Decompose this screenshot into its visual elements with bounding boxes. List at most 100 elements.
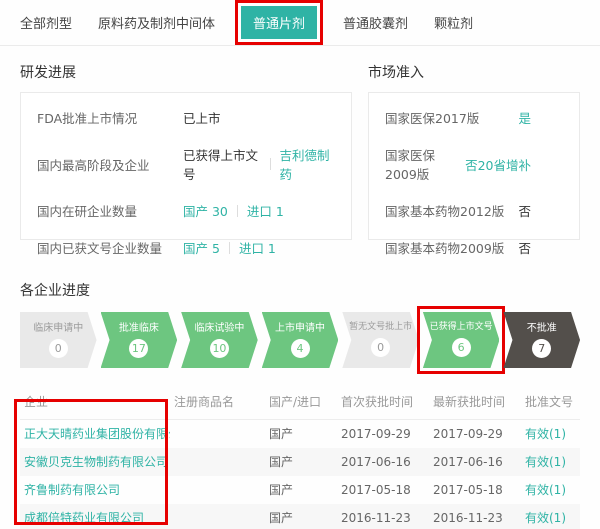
dosage-form-tabs: 全部剂型 原料药及制剂中间体 普通片剂 普通胶囊剂 颗粒剂 (0, 0, 600, 46)
first-approval-cell: 2017-06-16 (337, 448, 429, 476)
drug-detail-page: 全部剂型 原料药及制剂中间体 普通片剂 普通胶囊剂 颗粒剂 研发进展 FDA批准… (0, 0, 600, 529)
column-approval-no: 批准文号 (521, 384, 580, 420)
stage-in-clinical-trial: 临床试验中 10 (181, 312, 258, 368)
approval-no-link[interactable]: 有效(1) (525, 511, 566, 525)
domestic-highest-stage-label: 国内最高阶段及企业 (37, 155, 183, 174)
essential-drugs-2009-row: 国家基本药物2009版 否 (369, 229, 579, 266)
stage-no-license-marketed: 暂无文号批上市 0 (342, 312, 419, 368)
stage-no-license-marketed-badge[interactable]: 暂无文号批上市 0 (342, 312, 419, 368)
table-row: 成都倍特药业有限公司 国产 2016-11-23 2016-11-23 有效(1… (20, 504, 580, 529)
domestic-highest-stage-row: 国内最高阶段及企业 已获得上市文号 吉利德制药 (21, 136, 351, 192)
first-approval-cell: 2017-05-18 (337, 476, 429, 504)
trade-name-cell (170, 420, 265, 449)
stage-not-approved: 不批准 7 (503, 312, 580, 368)
stage-marketing-applying: 上市申请中 4 (262, 312, 339, 368)
latest-approval-cell: 2017-09-29 (429, 420, 521, 449)
table-row: 安徽贝克生物制药有限公司 国产 2017-06-16 2017-06-16 有效… (20, 448, 580, 476)
stage-clinical-applying: 临床申请中 0 (20, 312, 97, 368)
trade-name-cell (170, 504, 265, 529)
origin-cell: 国产 (265, 504, 337, 529)
origin-cell: 国产 (265, 476, 337, 504)
stage-count: 17 (129, 339, 148, 358)
stage-label: 上市申请中 (275, 323, 325, 334)
stage-count: 4 (291, 339, 310, 358)
companies-with-license-row: 国内已获文号企业数量 国产 5 进口 1 (21, 229, 351, 266)
stage-marketing-applying-badge[interactable]: 上市申请中 4 (262, 312, 339, 368)
companies-table: 企业 注册商品名 国产/进口 首次获批时间 最新获批时间 批准文号 正大天晴药业… (20, 384, 580, 529)
tab-all-dosage-forms[interactable]: 全部剂型 (20, 13, 72, 32)
stage-clinical-approved-badge[interactable]: 批准临床 17 (101, 312, 178, 368)
stage-in-clinical-trial-badge[interactable]: 临床试验中 10 (181, 312, 258, 368)
divider (270, 158, 271, 170)
companies-in-research-label: 国内在研企业数量 (37, 201, 183, 220)
divider (229, 242, 230, 254)
tab-plain-capsule[interactable]: 普通胶囊剂 (343, 13, 408, 32)
insurance-2009-label: 国家医保2009版 (385, 145, 465, 183)
domestic-licensed-link[interactable]: 国产 5 (183, 238, 220, 257)
domestic-in-research-link[interactable]: 国产 30 (183, 201, 228, 220)
approval-no-link[interactable]: 有效(1) (525, 455, 566, 469)
column-company: 企业 (20, 384, 170, 420)
enterprise-progress-title: 各企业进度 (20, 280, 580, 300)
companies-with-license-label: 国内已获文号企业数量 (37, 238, 183, 257)
domestic-highest-stage-value: 已获得上市文号 (183, 145, 261, 183)
origin-cell: 国产 (265, 420, 337, 449)
market-access-section: 市场准入 国家医保2017版 是 国家医保2009版 否20省增补 国家基本药物… (368, 62, 580, 240)
column-trade-name: 注册商品名 (170, 384, 265, 420)
imported-licensed-link[interactable]: 进口 1 (239, 238, 276, 257)
stage-label: 临床试验中 (194, 323, 244, 334)
companies-in-research-row: 国内在研企业数量 国产 30 进口 1 (21, 192, 351, 229)
tab-plain-tablet[interactable]: 普通片剂 (241, 6, 317, 39)
fda-status-value: 已上市 (183, 108, 221, 127)
stage-label: 已获得上市文号 (430, 323, 493, 333)
essential-drugs-2012-row: 国家基本药物2012版 否 (369, 192, 579, 229)
insurance-2017-label: 国家医保2017版 (385, 108, 518, 127)
rd-progress-panel: FDA批准上市情况 已上市 国内最高阶段及企业 已获得上市文号 吉利德制药 国内… (20, 92, 352, 240)
imported-in-research-link[interactable]: 进口 1 (247, 201, 284, 220)
tab-granule[interactable]: 颗粒剂 (434, 13, 473, 32)
tab-api-and-intermediates[interactable]: 原料药及制剂中间体 (98, 13, 215, 32)
gilead-company-link[interactable]: 吉利德制药 (280, 145, 335, 183)
stage-count: 10 (210, 339, 229, 358)
insurance-2017-row: 国家医保2017版 是 (369, 99, 579, 136)
essential-drugs-2009-value: 否 (518, 238, 531, 257)
info-columns: 研发进展 FDA批准上市情况 已上市 国内最高阶段及企业 已获得上市文号 吉利德… (0, 62, 600, 240)
origin-cell: 国产 (265, 448, 337, 476)
stage-clinical-applying-badge[interactable]: 临床申请中 0 (20, 312, 97, 368)
first-approval-cell: 2016-11-23 (337, 504, 429, 529)
column-origin: 国产/进口 (265, 384, 337, 420)
essential-drugs-2012-value: 否 (518, 201, 531, 220)
approval-no-link[interactable]: 有效(1) (525, 427, 566, 441)
stage-label: 临床申请中 (33, 323, 83, 334)
fda-status-row: FDA批准上市情况 已上市 (21, 99, 351, 136)
stage-label: 不批准 (527, 323, 557, 334)
essential-drugs-2012-label: 国家基本药物2012版 (385, 201, 518, 220)
market-access-panel: 国家医保2017版 是 国家医保2009版 否20省增补 国家基本药物2012版… (368, 92, 580, 240)
company-link[interactable]: 齐鲁制药有限公司 (24, 483, 120, 497)
table-row: 正大天晴药业集团股份有限公司 国产 2017-09-29 2017-09-29 … (20, 420, 580, 449)
insurance-2017-value[interactable]: 是 (518, 108, 531, 127)
approval-no-link[interactable]: 有效(1) (525, 483, 566, 497)
essential-drugs-2009-label: 国家基本药物2009版 (385, 238, 518, 257)
company-link[interactable]: 安徽贝克生物制药有限公司 (24, 455, 168, 469)
stage-count: 6 (452, 338, 471, 357)
stage-not-approved-badge[interactable]: 不批准 7 (503, 312, 580, 368)
enterprise-progress-stages: 临床申请中 0 批准临床 17 临床试验中 10 上市申请中 4 暂无文号批上市 (0, 312, 600, 368)
latest-approval-cell: 2017-06-16 (429, 448, 521, 476)
stage-license-obtained: 已获得上市文号 6 (423, 312, 500, 368)
stage-label: 批准临床 (119, 323, 159, 334)
latest-approval-cell: 2017-05-18 (429, 476, 521, 504)
stage-count: 0 (371, 338, 390, 357)
rd-progress-section: 研发进展 FDA批准上市情况 已上市 国内最高阶段及企业 已获得上市文号 吉利德… (20, 62, 352, 240)
trade-name-cell (170, 448, 265, 476)
table-row: 齐鲁制药有限公司 国产 2017-05-18 2017-05-18 有效(1) (20, 476, 580, 504)
company-link[interactable]: 成都倍特药业有限公司 (24, 511, 144, 525)
company-link[interactable]: 正大天晴药业集团股份有限公司 (24, 427, 170, 441)
stage-license-obtained-badge[interactable]: 已获得上市文号 6 (423, 312, 500, 368)
table-header-row: 企业 注册商品名 国产/进口 首次获批时间 最新获批时间 批准文号 (20, 384, 580, 420)
stage-clinical-approved: 批准临床 17 (101, 312, 178, 368)
market-access-title: 市场准入 (368, 62, 580, 82)
first-approval-cell: 2017-09-29 (337, 420, 429, 449)
insurance-2009-value[interactable]: 否20省增补 (465, 155, 531, 174)
divider (237, 205, 238, 217)
